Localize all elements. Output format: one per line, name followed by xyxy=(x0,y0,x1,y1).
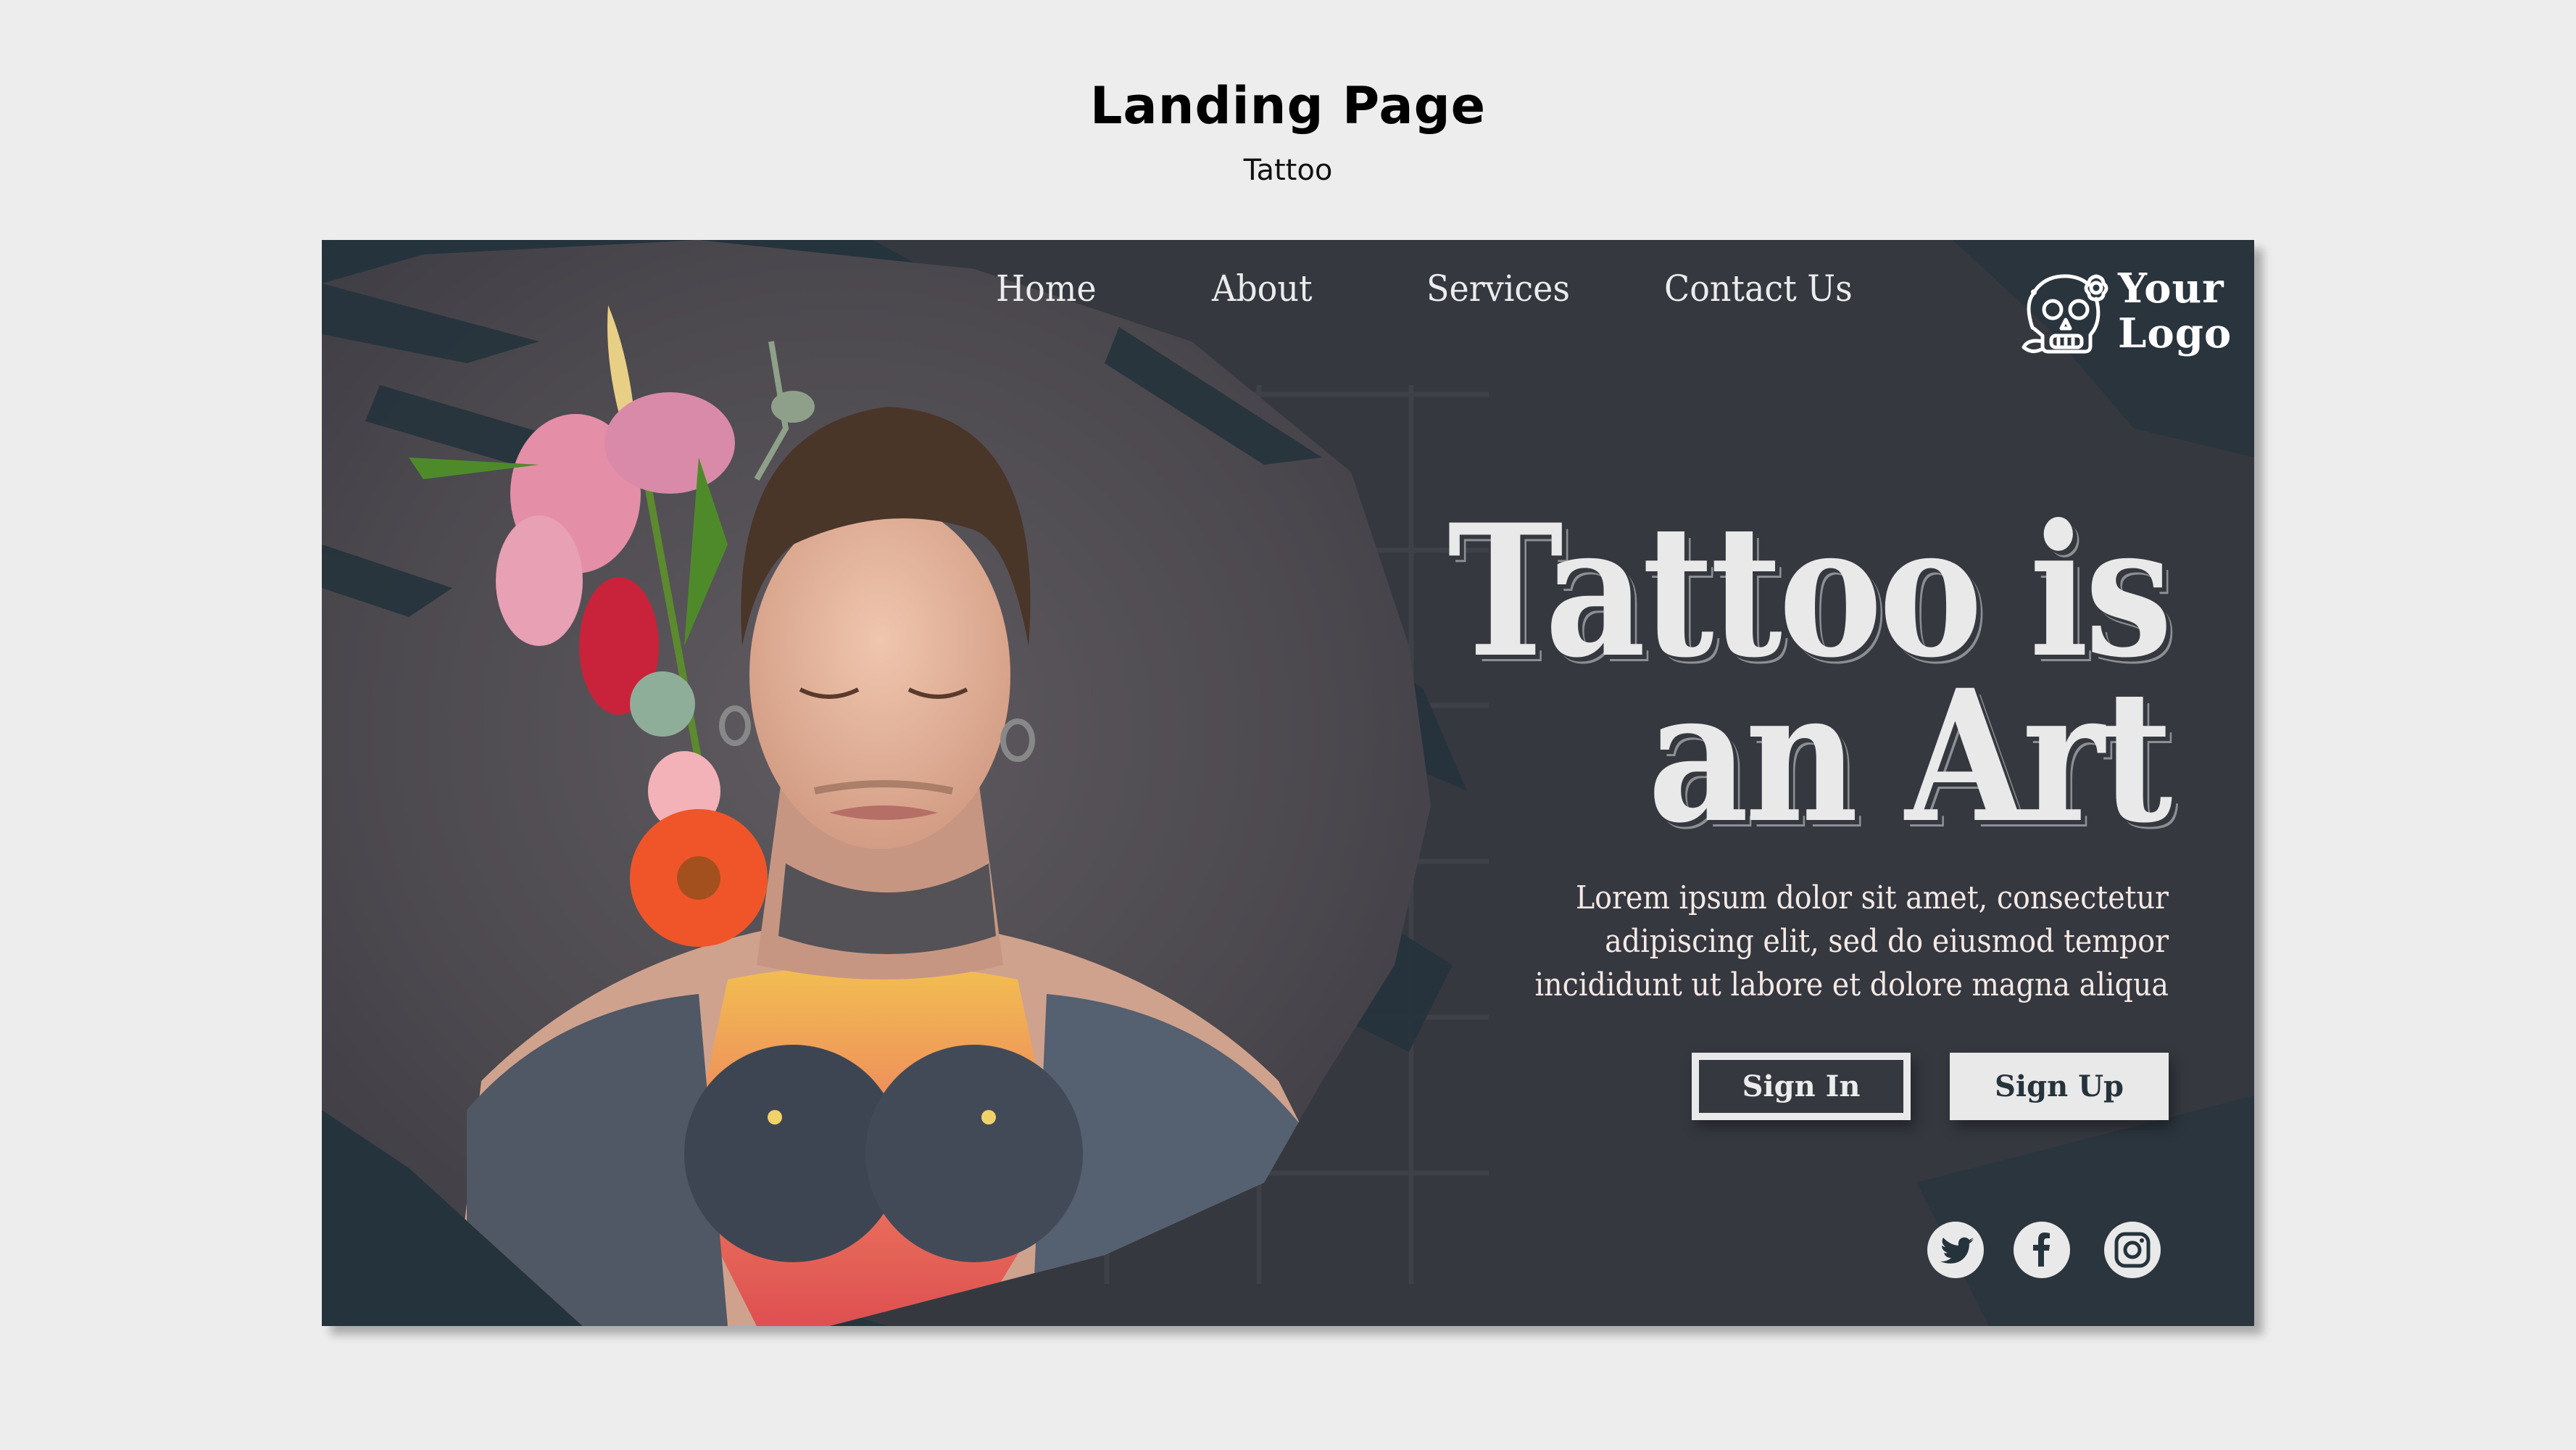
hero-photo xyxy=(322,240,1431,1326)
twitter-link[interactable] xyxy=(1927,1222,1984,1278)
nav-home[interactable]: Home xyxy=(996,268,1097,310)
sugar-skull-icon xyxy=(2022,274,2108,354)
facebook-link[interactable] xyxy=(2014,1222,2070,1278)
hero-description: Lorem ipsum dolor sit amet, consectetur … xyxy=(1451,877,2169,1007)
hero-headline: Tattoo is an Art xyxy=(1447,484,2172,863)
description-line: Lorem ipsum dolor sit amet, consectetur xyxy=(1575,879,2169,916)
brand-logo[interactable]: Your Logo xyxy=(2018,266,2231,360)
logo-line-2: Logo xyxy=(2118,310,2232,357)
landing-page-card: Home About Services Contact Us Your Logo… xyxy=(322,240,2254,1326)
facebook-icon xyxy=(2033,1232,2050,1267)
logo-text: Your Logo xyxy=(2118,266,2232,356)
sign-in-button[interactable]: Sign In xyxy=(1692,1053,1911,1120)
nav-services[interactable]: Services xyxy=(1426,268,1570,310)
instagram-icon xyxy=(2114,1232,2151,1268)
sign-up-button[interactable]: Sign Up xyxy=(1950,1053,2169,1120)
page-title: Landing Page xyxy=(1089,76,1487,136)
description-line: adipiscing elit, sed do eiusmod tempor xyxy=(1605,923,2169,960)
main-nav: Home About Services Contact Us xyxy=(322,268,2254,326)
twitter-icon xyxy=(1940,1237,1974,1264)
page-subtitle: Tattoo xyxy=(1243,154,1333,187)
instagram-link[interactable] xyxy=(2104,1222,2161,1278)
description-line: incididunt ut labore et dolore magna ali… xyxy=(1534,966,2169,1003)
nav-contact-us[interactable]: Contact Us xyxy=(1664,268,1853,310)
nav-about[interactable]: About xyxy=(1212,268,1312,310)
headline-line-2: an Art xyxy=(1648,650,2172,863)
logo-line-1: Your xyxy=(2118,265,2224,312)
headline-line-1: Tattoo is xyxy=(1447,484,2172,697)
